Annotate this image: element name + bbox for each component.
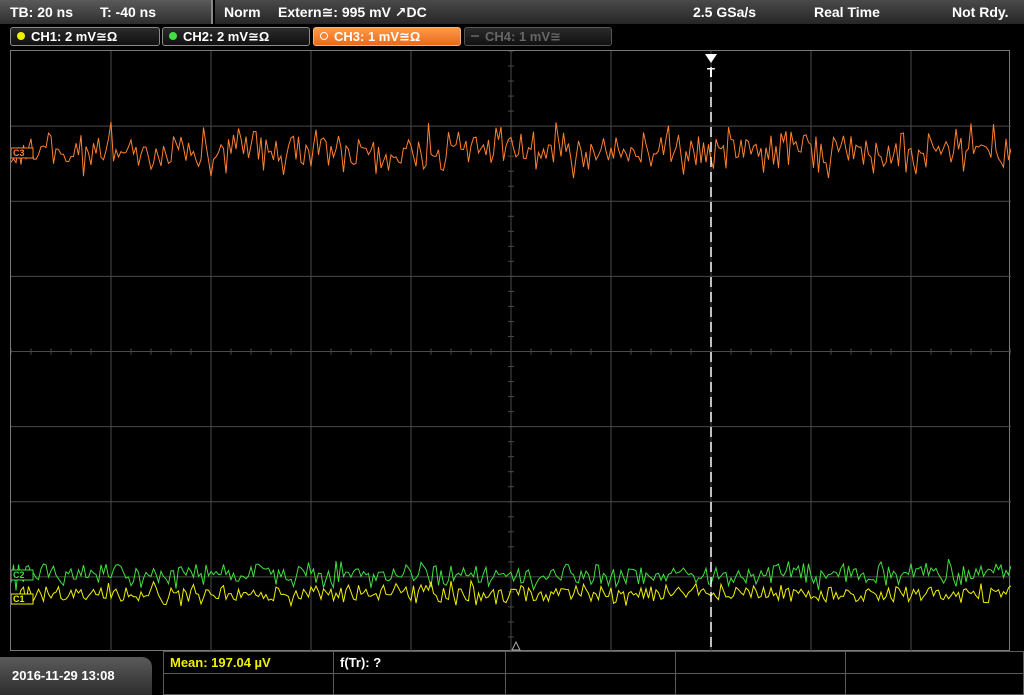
measurement-slot-7[interactable] xyxy=(334,674,506,695)
channel-3-marker-label: C3 xyxy=(13,148,25,158)
measurement-slot-5[interactable] xyxy=(846,652,1023,673)
measurement-slot-6[interactable] xyxy=(164,674,334,695)
trigger-source: Extern≅: 995 mV ↗DC xyxy=(278,4,427,20)
channel-3-label: CH3: 1 mV≅Ω xyxy=(334,29,421,44)
channel-1-marker-label: C1 xyxy=(13,594,25,604)
measurement-slot-8[interactable] xyxy=(506,674,676,695)
channel-4-button[interactable]: CH4: 1 mV≅ xyxy=(464,27,612,46)
channel-2-button[interactable]: CH2: 2 mV≅Ω xyxy=(162,27,310,46)
datetime-box[interactable]: 2016-11-29 13:08 xyxy=(0,657,152,695)
sample-rate: 2.5 GSa/s xyxy=(693,4,757,20)
acquisition-mode: Real Time xyxy=(814,4,880,20)
channel-2-label: CH2: 2 mV≅Ω xyxy=(183,29,270,44)
trigger-time-value: T: -40 ns xyxy=(100,4,157,20)
trigger-mode: Norm xyxy=(224,4,261,20)
trigger-info-strip[interactable]: Norm Extern≅: 995 mV ↗DC 2.5 GSa/s Real … xyxy=(215,0,1024,24)
channel-4-dot-icon xyxy=(471,35,479,37)
channel-2-marker-label: C2 xyxy=(13,570,25,580)
channel-4-label: CH4: 1 mV≅ xyxy=(485,29,561,44)
grid xyxy=(11,51,1011,652)
channel-1-button[interactable]: CH1: 2 mV≅Ω xyxy=(10,27,160,46)
channel-3-button[interactable]: CH3: 1 mV≅Ω xyxy=(313,27,461,46)
right-edge xyxy=(1012,50,1024,651)
mean-measurement[interactable]: Mean: 197.04 µV xyxy=(164,652,334,673)
measurement-slot-9[interactable] xyxy=(676,674,846,695)
trigger-arrow-icon[interactable] xyxy=(705,54,717,63)
channel-2-marker[interactable]: C2 xyxy=(11,569,34,581)
channel-2-dot-icon xyxy=(169,32,177,40)
channel-1-dot-icon xyxy=(17,32,25,40)
top-status-bar: TB: 20 ns T: -40 ns Norm Extern≅: 995 mV… xyxy=(0,0,1024,24)
timebase-box[interactable]: TB: 20 ns T: -40 ns xyxy=(0,0,213,24)
channel-1-label: CH1: 2 mV≅Ω xyxy=(31,29,118,44)
waveform-display[interactable]: T C3 C2 C1 xyxy=(10,50,1011,652)
channel-3-dot-icon xyxy=(320,32,328,40)
timebase-value: TB: 20 ns xyxy=(10,4,74,20)
measurement-slot-3[interactable] xyxy=(506,652,676,673)
measurement-slot-4[interactable] xyxy=(676,652,846,673)
waveform-canvas: T C3 C2 C1 xyxy=(11,51,1011,652)
datetime-value: 2016-11-29 13:08 xyxy=(12,668,115,683)
measurement-row-2 xyxy=(164,673,1023,695)
channel-bar: CH1: 2 mV≅Ω CH2: 2 mV≅Ω CH3: 1 mV≅Ω CH4:… xyxy=(0,24,1024,48)
horizontal-position-icon[interactable] xyxy=(511,640,521,651)
trigger-marker-label: T xyxy=(707,65,715,80)
measurement-panel[interactable]: Mean: 197.04 µV f(Tr): ? xyxy=(163,651,1024,695)
channel-1-marker[interactable]: C1 xyxy=(11,593,34,605)
acquisition-status: Not Rdy. xyxy=(952,4,1009,20)
channel-3-marker[interactable]: C3 xyxy=(11,147,34,159)
frequency-measurement[interactable]: f(Tr): ? xyxy=(334,652,506,673)
